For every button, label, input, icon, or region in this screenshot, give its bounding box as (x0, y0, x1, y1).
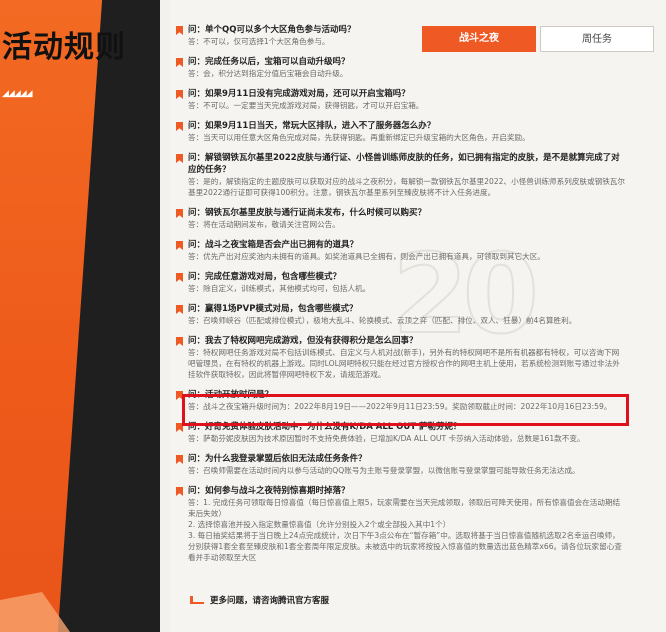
faq-answer: 答：当天可以用任意大区角色完成对局，先获得钥匙。再重新绑定已升级宝箱的大区角色，… (188, 133, 530, 142)
faq-answer: 答：将在活动期间发布，敬请关注官网公告。 (188, 220, 340, 229)
faq-item: 问：如何参与战斗之夜特别惊喜期时掉落？ 答：1. 完成任务可领取每日惊喜值（每日… (176, 485, 626, 563)
faq-answer: 答：不可以，仅可选择1个大区角色参与。 (188, 37, 330, 46)
faq-item: 问：为什么我登录掌盟后依旧无法成任务条件？ 答：召唤师需要在活动时间内以参与活动… (176, 453, 626, 476)
flag-icon (176, 305, 183, 314)
flag-icon (176, 487, 183, 496)
faq-item: 问：完成任务以后，宝箱可以自动升级吗？ 答：会，积分达到指定分值后宝箱会自动升级… (176, 56, 418, 79)
faq-question: 问：如何参与战斗之夜特别惊喜期时掉落？ (188, 486, 350, 496)
faq-question: 问：如果9月11日没有完成游戏对局，还可以开启宝箱吗？ (188, 89, 410, 99)
faq-item: 问：钢铁瓦尔基里皮肤与通行证尚未发布，什么时候可以购买？ 答：将在活动期间发布，… (176, 207, 626, 230)
faq-question: 问：赢得1场PVP模式对局，包含哪些模式？ (188, 304, 358, 314)
highlight-box (182, 394, 629, 426)
faq-question: 问：完成任务以后，宝箱可以自动升级吗？ (188, 57, 350, 67)
sidebar-dark-wedge (57, 0, 160, 632)
faq-question: 问：战斗之夜宝箱是否会产出已拥有的道具？ (188, 240, 359, 250)
faq-question: 问：钢铁瓦尔基里皮肤与通行证尚未发布，什么时候可以购买？ (188, 208, 427, 218)
faq-answer: 答：召唤师峡谷（匹配或排位模式），极地大乱斗、轮换模式、云顶之弈（匹配、排位、双… (188, 316, 577, 325)
faq-question: 问：解锁钢铁瓦尔基里2022皮肤与通行证、小怪兽训练师皮肤的任务，如已拥有指定的… (188, 153, 620, 175)
faq-answer: 答：特权网吧任务游戏对局不包括训练模式、自定义与人机对战(新手)，另外有的特权网… (188, 348, 620, 379)
flag-icon (176, 273, 183, 282)
faq-item: 问：如果9月11日当天，常玩大区排队，进入不了服务器怎么办？ 答：当天可以用任意… (176, 120, 626, 143)
faq-item: 问：解锁钢铁瓦尔基里2022皮肤与通行证、小怪兽训练师皮肤的任务，如已拥有指定的… (176, 152, 626, 198)
faq-answer: 答：1. 完成任务可领取每日惊喜值（每日惊喜值上限5，玩家需要在当天完成领取，领… (188, 498, 622, 562)
faq-item: 问：单个QQ可以多个大区角色参与活动吗？ 答：不可以，仅可选择1个大区角色参与。 (176, 24, 418, 47)
flag-icon (176, 58, 183, 67)
faq-question: 问：为什么我登录掌盟后依旧无法成任务条件？ (188, 454, 367, 464)
faq-item: 问：我去了特权网吧完成游戏，但没有获得积分是怎么回事？ 答：特权网吧任务游戏对局… (176, 335, 626, 380)
title-decoration: ◢◢◢◢◢ (2, 89, 33, 99)
flag-icon (176, 26, 183, 35)
faq-question: 问：完成任意游戏对局，包含哪些模式？ (188, 272, 342, 282)
faq-item: 问：完成任意游戏对局，包含哪些模式？ 答：除自定义，训练模式，其他模式均可，包括… (176, 271, 626, 294)
arrow-icon (190, 596, 204, 604)
flag-icon (176, 241, 183, 250)
contact-support-label: 更多问题，请咨询腾讯官方客服 (210, 596, 330, 606)
faq-question: 问：单个QQ可以多个大区角色参与活动吗？ (188, 25, 356, 35)
faq-answer: 答：不可以。一定要当天完成游戏对局，获得钥匙，才可以开启宝箱。 (188, 101, 424, 110)
faq-answer: 答：会，积分达到指定分值后宝箱会自动升级。 (188, 69, 348, 78)
faq-question: 问：如果9月11日当天，常玩大区排队，进入不了服务器怎么办？ (188, 121, 436, 131)
flag-icon (176, 337, 183, 346)
faq-answer: 答：萨勒芬妮皮肤因为技术原因暂时不支持免费体验，已增加K/DA ALL OUT … (188, 434, 585, 443)
flag-icon (176, 154, 183, 163)
faq-answer: 答：召唤师需要在活动时间内以参与活动的QQ账号为主账号登录掌盟，以微信账号登录掌… (188, 466, 580, 475)
flag-icon (176, 209, 183, 218)
faq-question: 问：我去了特权网吧完成游戏，但没有获得积分是怎么回事？ (188, 336, 418, 346)
faq-list: 问：单个QQ可以多个大区角色参与活动吗？ 答：不可以，仅可选择1个大区角色参与。… (176, 24, 626, 572)
flag-icon (176, 455, 183, 464)
faq-item: 问：战斗之夜宝箱是否会产出已拥有的道具？ 答：优先产出对应奖池内未拥有的道具。如… (176, 239, 626, 262)
faq-item: 问：如果9月11日没有完成游戏对局，还可以开启宝箱吗？ 答：不可以。一定要当天完… (176, 88, 626, 111)
sidebar: 活动规则 ◢◢◢◢◢ (0, 0, 160, 632)
faq-answer: 答：除自定义，训练模式，其他模式均可，包括人机。 (188, 284, 371, 293)
flag-icon (176, 122, 183, 131)
faq-item: 问：赢得1场PVP模式对局，包含哪些模式？ 答：召唤师峡谷（匹配或排位模式），极… (176, 303, 626, 326)
faq-answer: 答：优先产出对应奖池内未拥有的道具。如奖池道具已全拥有，则会产出已拥有道具，可领… (188, 252, 545, 261)
contact-support-link[interactable]: 更多问题，请咨询腾讯官方客服 (190, 594, 329, 606)
faq-answer: 答：是的，解锁指定的主题皮肤可以获取对应的战斗之夜积分，每解锁一款钢铁瓦尔基里2… (188, 177, 625, 197)
page-title: 活动规则 (2, 30, 126, 65)
flag-icon (176, 90, 183, 99)
